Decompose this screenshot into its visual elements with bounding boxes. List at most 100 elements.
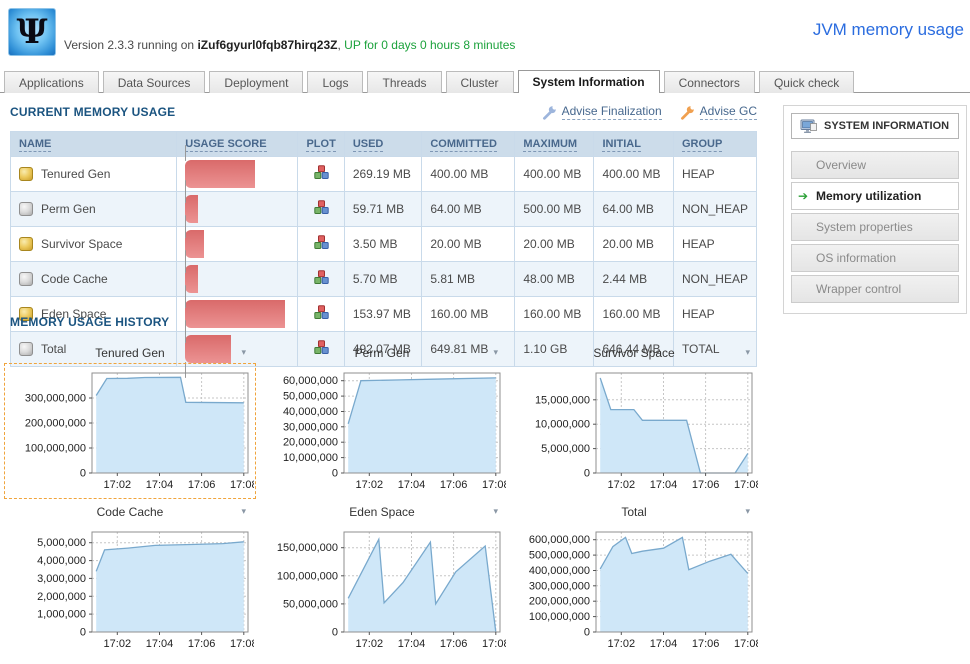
memory-pool-name: Tenured Gen — [41, 167, 110, 181]
plot-button[interactable] — [314, 309, 329, 323]
sidebar-item-overview[interactable]: Overview — [791, 151, 959, 179]
chart-plot-area[interactable]: 0100,000,000200,000,000300,000,00017:021… — [4, 363, 256, 499]
svg-text:17:02: 17:02 — [356, 479, 384, 491]
tab-logs[interactable]: Logs — [307, 71, 363, 93]
chart-plot-area[interactable]: 050,000,000100,000,000150,000,00017:0217… — [256, 522, 508, 658]
tab-connectors[interactable]: Connectors — [664, 71, 755, 93]
chart-title: Perm Gen — [355, 346, 410, 360]
memory-pool-name: Perm Gen — [41, 202, 96, 216]
chart-dropdown-icon[interactable]: ▾ — [241, 506, 246, 517]
sidebar-item-os-information[interactable]: OS information — [791, 244, 959, 272]
hostname: iZuf6gyurl0fqb87hirq23Z — [197, 38, 337, 52]
svg-text:0: 0 — [80, 468, 86, 480]
svg-text:17:08: 17:08 — [482, 479, 506, 491]
svg-text:0: 0 — [332, 468, 338, 480]
svg-text:0: 0 — [584, 627, 590, 639]
sidebar-title: SYSTEM INFORMATION — [824, 120, 949, 132]
system-information-sidebar: SYSTEM INFORMATION Overview ➔Memory utili… — [783, 105, 967, 314]
sidebar-header: SYSTEM INFORMATION — [791, 113, 959, 139]
chart-plot-area[interactable]: 0100,000,000200,000,000300,000,000400,00… — [508, 522, 760, 658]
wrench-icon — [680, 105, 695, 120]
svg-text:17:06: 17:06 — [692, 638, 720, 650]
column-header-committed[interactable]: COMMITTED — [422, 132, 515, 157]
memory-pool-name: Survivor Space — [41, 237, 122, 251]
used-value: 5.70 MB — [344, 262, 422, 297]
svg-text:50,000,000: 50,000,000 — [283, 391, 338, 403]
used-value: 269.19 MB — [344, 157, 422, 192]
tab-applications[interactable]: Applications — [4, 71, 99, 93]
svg-text:17:02: 17:02 — [104, 479, 132, 491]
svg-text:100,000,000: 100,000,000 — [529, 611, 590, 623]
sidebar-item-label: Memory utilization — [816, 189, 921, 203]
svg-text:40,000,000: 40,000,000 — [283, 406, 338, 418]
column-header-initial[interactable]: INITIAL — [594, 132, 673, 157]
tab-cluster[interactable]: Cluster — [446, 71, 514, 93]
svg-text:100,000,000: 100,000,000 — [277, 570, 338, 582]
column-header-usage-score[interactable]: USAGE SCORE — [177, 132, 298, 157]
chart-total: Total ▾ 0100,000,000200,000,000300,000,0… — [508, 505, 760, 658]
chart-title: Total — [621, 505, 646, 519]
plot-button[interactable] — [314, 204, 329, 218]
chart-dropdown-icon[interactable]: ▾ — [745, 506, 750, 517]
plot-button[interactable] — [314, 239, 329, 253]
memory-chart-svg: 05,000,00010,000,00015,000,00017:0217:04… — [510, 367, 758, 492]
plot-button[interactable] — [314, 274, 329, 288]
sidebar-item-wrapper-control[interactable]: Wrapper control — [791, 275, 959, 303]
page-title: JVM memory usage — [813, 20, 964, 40]
chart-title: Code Cache — [97, 505, 164, 519]
advise-actions: Advise Finalization Advise GC — [542, 104, 757, 120]
tab-threads[interactable]: Threads — [367, 71, 441, 93]
column-header-name[interactable]: NAME — [11, 132, 177, 157]
chart-dropdown-icon[interactable]: ▾ — [241, 347, 246, 358]
current-memory-usage-heading: CURRENT MEMORY USAGE — [10, 105, 175, 119]
tab-data-sources[interactable]: Data Sources — [103, 71, 206, 93]
svg-text:200,000,000: 200,000,000 — [529, 596, 590, 608]
svg-text:0: 0 — [584, 468, 590, 480]
table-row: Survivor Space 3.50 MB 20.00 MB 20.00 MB… — [11, 227, 757, 262]
svg-text:3,000,000: 3,000,000 — [37, 573, 86, 585]
plot-cubes-icon — [314, 165, 329, 180]
chart-dropdown-icon[interactable]: ▾ — [493, 506, 498, 517]
tab-system-information[interactable]: System Information — [518, 70, 660, 93]
svg-text:5,000,000: 5,000,000 — [37, 537, 86, 549]
svg-text:500,000,000: 500,000,000 — [529, 550, 590, 562]
column-header-maximum[interactable]: MAXIMUM — [515, 132, 594, 157]
svg-text:17:06: 17:06 — [440, 479, 468, 491]
group-value: NON_HEAP — [673, 192, 756, 227]
svg-text:17:06: 17:06 — [692, 479, 720, 491]
svg-text:10,000,000: 10,000,000 — [283, 452, 338, 464]
plot-button[interactable] — [314, 169, 329, 183]
table-row: Tenured Gen 269.19 MB 400.00 MB 400.00 M… — [11, 157, 757, 192]
wrench-icon — [542, 105, 557, 120]
chart-plot-area[interactable]: 01,000,0002,000,0003,000,0004,000,0005,0… — [4, 522, 256, 658]
memory-chart-svg: 010,000,00020,000,00030,000,00040,000,00… — [258, 367, 506, 492]
memory-chart-svg: 050,000,000100,000,000150,000,00017:0217… — [258, 526, 506, 651]
svg-text:0: 0 — [80, 627, 86, 639]
svg-text:4,000,000: 4,000,000 — [37, 555, 86, 567]
tab-quick-check[interactable]: Quick check — [759, 71, 854, 93]
committed-value: 400.00 MB — [422, 157, 515, 192]
advise-link-label: Advise Finalization — [562, 104, 662, 120]
chart-plot-area[interactable]: 010,000,00020,000,00030,000,00040,000,00… — [256, 363, 508, 499]
svg-text:2,000,000: 2,000,000 — [37, 591, 86, 603]
chart-dropdown-icon[interactable]: ▾ — [493, 347, 498, 358]
advise-gc-link[interactable]: Advise GC — [680, 104, 757, 120]
svg-text:0: 0 — [332, 627, 338, 639]
memory-usage-history-heading: MEMORY USAGE HISTORY — [10, 315, 169, 329]
memory-table-header-row: NAMEUSAGE SCOREPLOTUSEDCOMMITTEDMAXIMUMI… — [11, 132, 757, 157]
advise-finalization-link[interactable]: Advise Finalization — [542, 104, 662, 120]
chart-plot-area[interactable]: 05,000,00010,000,00015,000,00017:0217:04… — [508, 363, 760, 499]
svg-text:150,000,000: 150,000,000 — [277, 542, 338, 554]
chart-dropdown-icon[interactable]: ▾ — [745, 347, 750, 358]
svg-text:300,000,000: 300,000,000 — [25, 393, 86, 405]
group-value: HEAP — [673, 157, 756, 192]
column-header-group[interactable]: GROUP — [673, 132, 756, 157]
sidebar-item-label: Overview — [816, 158, 866, 172]
sidebar-item-memory-utilization[interactable]: ➔Memory utilization — [791, 182, 959, 210]
svg-text:17:06: 17:06 — [440, 638, 468, 650]
column-header-plot[interactable]: PLOT — [298, 132, 344, 157]
column-header-used[interactable]: USED — [344, 132, 422, 157]
sidebar-item-system-properties[interactable]: System properties — [791, 213, 959, 241]
tab-deployment[interactable]: Deployment — [209, 71, 303, 93]
sidebar-item-label: OS information — [816, 251, 896, 265]
